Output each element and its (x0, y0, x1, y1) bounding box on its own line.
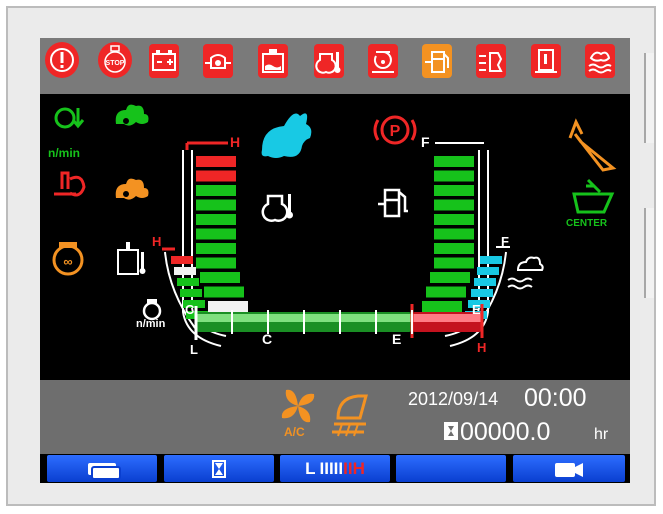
fuel-gauge-segment (434, 228, 474, 240)
hydraulic-gauge-segment (171, 256, 193, 264)
coolant-gauge-segment (196, 214, 236, 225)
power-mode-bars: IIIII (319, 459, 344, 478)
status-strip: A/C 2012/09/14 00:00 00000.0 hr (40, 380, 630, 454)
svg-text:P: P (390, 123, 401, 140)
coolant-gauge-segment (196, 199, 236, 211)
fuel-gauge-segment (434, 199, 474, 211)
fuel-gauge-segment (426, 286, 466, 298)
fuel-pump-icon (378, 188, 408, 218)
work-light-icon (332, 394, 368, 437)
def-gauge-segment (477, 267, 499, 275)
warning-circle-icon (45, 42, 79, 78)
hour-meter-text: 00000.0 (460, 418, 551, 446)
time-text: 00:00 (524, 384, 587, 412)
preheat-orange-icon (115, 178, 149, 200)
coolant-gauge-segment (204, 286, 244, 298)
svg-text:STOP: STOP (106, 60, 125, 67)
side-tab-lower (644, 208, 654, 298)
engine-temp-warning-icon (54, 171, 86, 197)
engine-oil-level-icon (314, 44, 344, 78)
rabbit-fast-mode-icon (261, 113, 312, 158)
coolant-level-icon (531, 44, 561, 78)
stop-engine-icon: STOP (98, 42, 132, 78)
fuel-gauge-segment (422, 301, 462, 312)
side-tab-upper (644, 53, 654, 143)
hour-unit-text: hr (594, 426, 609, 443)
coolant-low-label: C (262, 331, 273, 347)
power-mode-low-label: L (305, 459, 316, 478)
coolant-gauge-segment (200, 272, 240, 283)
f3-power-mode-button[interactable]: L IIIIIIIH (280, 455, 390, 482)
fuel-gauge-segment (434, 185, 474, 196)
fan-icon (281, 389, 315, 423)
center-label: CENTER (566, 218, 608, 229)
def-gauge-segment (471, 289, 493, 297)
hydraulic-gauge-segment (174, 267, 196, 275)
f1-display-button[interactable] (47, 455, 157, 482)
date-text: 2012/09/14 (408, 389, 499, 409)
ac-label: A/C (284, 425, 305, 439)
coolant-gauge-segment (196, 156, 236, 167)
engine-rpm-pilot-icon (54, 107, 85, 129)
function-button-bar: L IIIIIIIH (40, 454, 630, 483)
f5-camera-button[interactable] (513, 455, 625, 482)
hourglass-icon (444, 422, 458, 440)
rpm-bar-high-label: H (477, 340, 487, 355)
fuel-gauge-segment (434, 243, 474, 254)
bucket-leveler-icon (568, 118, 617, 172)
rpm-pilot-unit-label: n/min (48, 146, 80, 160)
battery-charge-icon (149, 44, 179, 78)
coolant-gauge-segment (208, 301, 248, 312)
hydraulic-gauge-segment (177, 278, 199, 286)
preheat-green-icon (115, 104, 149, 126)
def-empty-label: E (472, 302, 481, 317)
def-gauge-segment (474, 278, 496, 286)
fuel-gauge-segment (434, 214, 474, 225)
svg-text:∞: ∞ (63, 254, 72, 269)
hydraulic-low-label: C (185, 302, 195, 317)
parking-brake-icon: P (373, 115, 417, 145)
water-temp-exhaust-icon (507, 256, 544, 290)
f2-maintenance-button[interactable] (164, 455, 274, 482)
hydraulic-gauge-segment (180, 289, 202, 297)
gauge-area: ∞ P (52, 104, 617, 347)
display-switch-icon (88, 463, 121, 480)
radiator-water-level-icon (258, 44, 288, 78)
fuel-filter-water-icon (422, 44, 452, 78)
engine-oil-temp-icon (261, 194, 293, 222)
bucket-center-icon (572, 178, 615, 214)
fuel-gauge-segment (430, 272, 470, 283)
rpm-bar-unit-label: n/min (136, 318, 166, 330)
monitor-screen: STOP ∞ P n/min CENTER H C H C F E F E n/… (40, 38, 630, 483)
rpm-bar-low-label: L (190, 342, 198, 357)
coolant-gauge-segment (196, 170, 236, 182)
rpm-bar-engine-icon (142, 299, 162, 321)
hourglass-icon (212, 460, 226, 478)
glow-plug-icon: ∞ (52, 242, 84, 276)
hydraulic-high-label: H (152, 234, 162, 249)
def-full-label: F (501, 234, 509, 249)
def-gauge-segment (480, 256, 502, 264)
hydraulic-temp-icon (117, 242, 146, 275)
hydraulic-oil-icon (368, 44, 398, 78)
coolant-gauge-segment (196, 185, 236, 196)
f4-blank-button[interactable] (396, 455, 506, 482)
coolant-gauge-segment (196, 228, 236, 240)
fuel-gauge-segment (434, 170, 474, 182)
power-mode-high-label: IIH (343, 459, 365, 478)
warning-icon-bar: STOP (40, 38, 630, 94)
fuel-full-label: F (421, 134, 430, 150)
fuel-empty-label: E (392, 331, 402, 347)
camera-icon (555, 463, 583, 477)
coolant-high-label: H (230, 134, 241, 150)
water-separator-icon (585, 44, 615, 78)
injector-icon (476, 44, 506, 78)
fuel-gauge-segment (434, 257, 474, 269)
coolant-gauge-segment (196, 243, 236, 254)
engine-oil-pressure-icon (203, 44, 233, 78)
fuel-gauge-segment (434, 156, 474, 167)
coolant-gauge-segment (196, 257, 236, 269)
